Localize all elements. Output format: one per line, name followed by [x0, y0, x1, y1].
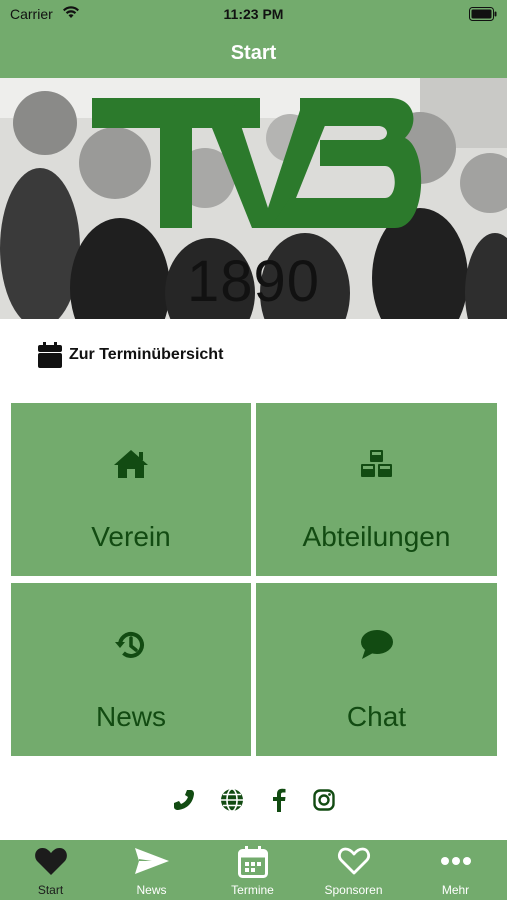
tile-verein-label: Verein — [91, 521, 171, 552]
page-title: Start — [230, 42, 277, 64]
send-icon — [101, 846, 202, 880]
tab-sponsoren[interactable]: Sponsoren — [303, 840, 404, 900]
facebook-icon[interactable] — [265, 784, 293, 816]
instagram-icon[interactable] — [310, 784, 338, 816]
history-icon — [11, 628, 251, 662]
tile-news-label: News — [95, 701, 166, 732]
chat-bubble-icon — [256, 628, 497, 662]
tab-sponsoren-label: Sponsoren — [324, 883, 383, 897]
heart-outline-icon — [303, 846, 404, 880]
founding-year: 1890 — [186, 249, 321, 314]
status-time: 11:23 PM — [223, 6, 284, 22]
tile-abteilungen-label: Abteilungen — [302, 521, 451, 552]
globe-icon[interactable] — [218, 784, 246, 816]
social-links — [0, 784, 507, 818]
home-icon — [11, 448, 251, 482]
more-dots-icon — [405, 846, 506, 880]
tab-bar: Start News Termine Sponsoren Mehr — [0, 840, 507, 900]
tab-news-label: News — [136, 883, 167, 897]
tab-termine[interactable]: Termine — [202, 840, 303, 900]
tab-termine-label: Termine — [231, 883, 274, 897]
tile-chat[interactable]: Chat — [256, 583, 497, 756]
calendar-icon — [38, 342, 62, 368]
navigation-bar: Start — [0, 32, 507, 78]
calendar-icon — [202, 846, 303, 880]
battery-icon — [469, 7, 497, 26]
tile-abteilungen[interactable]: Abteilungen — [256, 403, 497, 576]
tile-news[interactable]: News — [11, 583, 251, 756]
cubes-icon — [256, 448, 497, 482]
tab-news[interactable]: News — [101, 840, 202, 900]
status-bar: Carrier 11:23 PM — [0, 0, 507, 32]
tab-mehr-label: Mehr — [441, 883, 470, 897]
schedule-overview-link[interactable]: Zur Terminübersicht — [38, 340, 223, 370]
heart-filled-icon — [0, 846, 101, 880]
tab-mehr[interactable]: Mehr — [405, 840, 506, 900]
tile-chat-label: Chat — [346, 701, 407, 732]
tab-start[interactable]: Start — [0, 840, 101, 900]
schedule-overview-label: Zur Terminübersicht — [69, 346, 224, 363]
hero-banner: 1890 — [0, 78, 507, 319]
tile-verein[interactable]: Verein — [11, 403, 251, 576]
tab-start-label: Start — [37, 883, 64, 897]
phone-icon[interactable] — [170, 784, 198, 816]
